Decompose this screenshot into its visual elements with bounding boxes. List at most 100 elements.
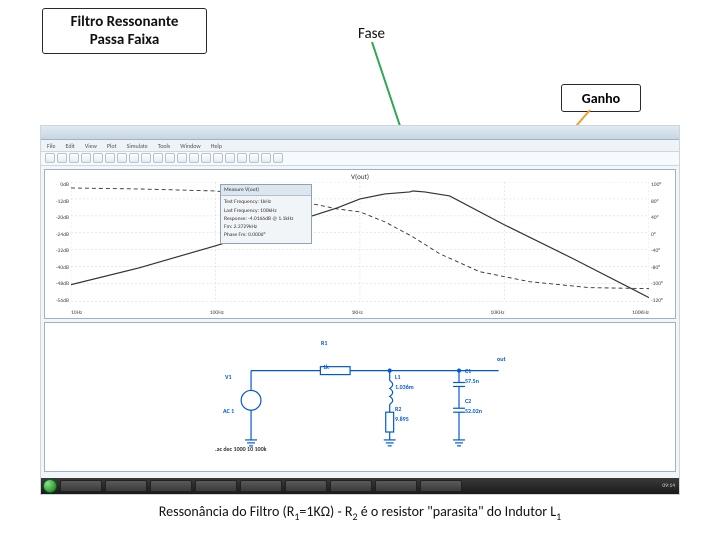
toolbar[interactable] xyxy=(41,152,679,166)
menu-edit[interactable]: Edit xyxy=(66,142,75,150)
toolbar-button[interactable] xyxy=(213,153,223,163)
x-axis: 10Hz 100Hz 1KHz 10KHz 100KHz xyxy=(71,310,649,316)
label-l1: L1 xyxy=(395,373,401,381)
caption-text: Ressonância do Filtro (R xyxy=(159,503,295,520)
bode-plot-pane[interactable]: V(out) 0dB -12dB -20dB -24dB -32dB -40dB… xyxy=(44,169,676,319)
start-button-icon[interactable] xyxy=(43,479,57,493)
toolbar-button[interactable] xyxy=(93,153,103,163)
ytick: -32dB xyxy=(47,248,69,254)
toolbar-button[interactable] xyxy=(261,153,271,163)
value-r1: 1k xyxy=(323,363,329,371)
schematic-svg xyxy=(53,331,667,465)
measure-dialog[interactable]: Measure V(out) Test Frequency: 1kHz Last… xyxy=(220,184,312,244)
ytick: -56dB xyxy=(47,298,69,304)
ganho-box: Ganho xyxy=(561,84,641,112)
spice-directive: .ac dec 1000 10 100k xyxy=(215,445,267,453)
xtick: 10KHz xyxy=(490,310,504,316)
schematic-pane[interactable]: R1 1k L1 1.036m R2 9.895 C1 57.5n C2 52.… xyxy=(44,322,676,472)
ytick: 100° xyxy=(651,182,673,188)
ytick: -24dB xyxy=(47,232,69,238)
ytick: -40° xyxy=(651,248,673,254)
label-v1: V1 xyxy=(225,373,232,381)
ytick: -48dB xyxy=(47,281,69,287)
taskbar-item[interactable] xyxy=(375,480,417,492)
value-c2: 52.02n xyxy=(465,407,482,415)
value-c1: 57.5n xyxy=(465,377,479,385)
title-line-2: Passa Faixa xyxy=(90,31,160,49)
label-c2: C2 xyxy=(465,397,471,405)
measure-header: Measure V(out) xyxy=(221,185,311,196)
taskbar-item[interactable] xyxy=(240,480,282,492)
toolbar-button[interactable] xyxy=(141,153,151,163)
menu-window[interactable]: Window xyxy=(180,142,200,150)
taskbar-item[interactable] xyxy=(60,480,102,492)
toolbar-button[interactable] xyxy=(105,153,115,163)
xtick: 1KHz xyxy=(352,310,363,316)
fase-label: Fase xyxy=(358,25,385,43)
value-l1: 1.036m xyxy=(395,383,414,391)
toolbar-button[interactable] xyxy=(177,153,187,163)
toolbar-button[interactable] xyxy=(129,153,139,163)
toolbar-button[interactable] xyxy=(81,153,91,163)
slide-caption: Ressonância do Filtro (R1=1KΩ) - R2 é o … xyxy=(0,503,720,523)
ytick: 0dB xyxy=(47,182,69,188)
ytick: 40° xyxy=(651,215,673,221)
caption-text: é o resistor "parasita" do Indutor L xyxy=(358,503,557,520)
windows-taskbar[interactable]: 09:14 xyxy=(41,478,679,494)
xtick: 100KHz xyxy=(632,310,649,316)
menu-view[interactable]: View xyxy=(85,142,97,150)
toolbar-button[interactable] xyxy=(225,153,235,163)
taskbar-item[interactable] xyxy=(195,480,237,492)
menu-tools[interactable]: Tools xyxy=(158,142,170,150)
toolbar-button[interactable] xyxy=(189,153,199,163)
taskbar-item[interactable] xyxy=(420,480,462,492)
toolbar-button[interactable] xyxy=(273,153,283,163)
bode-plot-svg xyxy=(71,182,649,302)
measure-row: Response: -4.0166dB @ 1.1kHz xyxy=(224,215,308,223)
toolbar-button[interactable] xyxy=(237,153,247,163)
measure-row: Phase Fm: 0.0006° xyxy=(224,231,308,239)
toolbar-button[interactable] xyxy=(201,153,211,163)
xtick: 100Hz xyxy=(210,310,224,316)
ltspice-window: File Edit View Plot Simulate Tools Windo… xyxy=(40,125,680,495)
label-c1: C1 xyxy=(465,367,471,375)
title-box: Filtro Ressonante Passa Faixa xyxy=(42,8,207,54)
value-v1: AC 1 xyxy=(223,407,234,415)
toolbar-button[interactable] xyxy=(45,153,55,163)
toolbar-button[interactable] xyxy=(165,153,175,163)
taskbar-item[interactable] xyxy=(150,480,192,492)
menu-help[interactable]: Help xyxy=(211,142,222,150)
window-titlebar xyxy=(41,126,679,140)
measure-row: Fm: 2.3729kHz xyxy=(224,223,308,231)
y-axis-left: 0dB -12dB -20dB -24dB -32dB -40dB -48dB … xyxy=(47,182,69,304)
ytick: 0° xyxy=(651,232,673,238)
ytick: -80° xyxy=(651,265,673,271)
label-r2: R2 xyxy=(395,405,401,413)
sub-3: 1 xyxy=(556,510,561,523)
menu-plot[interactable]: Plot xyxy=(107,142,117,150)
menu-simulate[interactable]: Simulate xyxy=(127,142,148,150)
caption-text: =1KΩ) - R xyxy=(299,503,352,520)
ytick: -40dB xyxy=(47,265,69,271)
ytick: 80° xyxy=(651,199,673,205)
ytick: -12dB xyxy=(47,199,69,205)
ytick: -20dB xyxy=(47,215,69,221)
measure-row: Last Frequency: 100kHz xyxy=(224,207,308,215)
toolbar-button[interactable] xyxy=(249,153,259,163)
toolbar-button[interactable] xyxy=(57,153,67,163)
xtick: 10Hz xyxy=(71,310,82,316)
ytick: -120° xyxy=(651,298,673,304)
y-axis-right: 100° 80° 40° 0° -40° -80° -100° -120° xyxy=(651,182,673,304)
toolbar-button[interactable] xyxy=(69,153,79,163)
ganho-text: Ganho xyxy=(582,90,620,107)
toolbar-button[interactable] xyxy=(117,153,127,163)
taskbar-item[interactable] xyxy=(330,480,372,492)
menubar[interactable]: File Edit View Plot Simulate Tools Windo… xyxy=(41,140,679,152)
ytick: -100° xyxy=(651,281,673,287)
taskbar-item[interactable] xyxy=(105,480,147,492)
label-r1: R1 xyxy=(321,339,327,347)
taskbar-item[interactable] xyxy=(285,480,327,492)
menu-file[interactable]: File xyxy=(47,142,56,150)
clock[interactable]: 09:14 xyxy=(662,483,675,489)
toolbar-button[interactable] xyxy=(153,153,163,163)
